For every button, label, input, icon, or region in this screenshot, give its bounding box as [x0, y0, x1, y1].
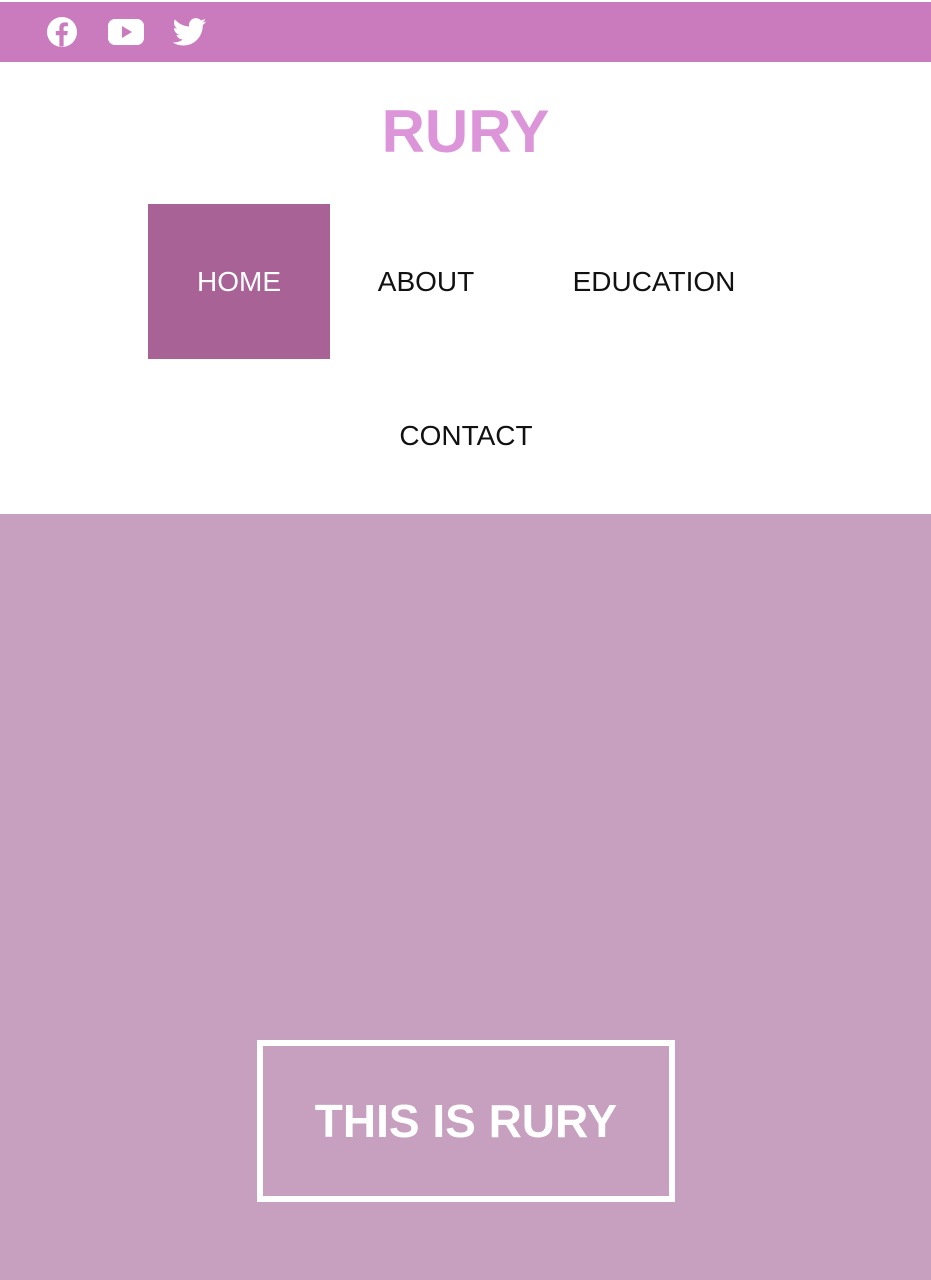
- nav-item-home[interactable]: HOME: [148, 204, 330, 359]
- nav-item-contact[interactable]: CONTACT: [380, 360, 552, 512]
- site-header: RURY HOME ABOUT EDUCATION CONTACT: [0, 62, 931, 514]
- facebook-icon[interactable]: [46, 16, 78, 48]
- hero-title-box: THIS IS RURY: [257, 1040, 675, 1202]
- site-brand[interactable]: RURY: [0, 96, 931, 168]
- nav-item-education[interactable]: EDUCATION: [552, 204, 756, 359]
- nav-item-about[interactable]: ABOUT: [352, 204, 500, 359]
- youtube-icon[interactable]: [108, 16, 144, 48]
- hero-title: THIS IS RURY: [314, 1095, 618, 1147]
- twitter-icon[interactable]: [173, 16, 207, 48]
- social-bar: [0, 2, 931, 62]
- hero-section: THIS IS RURY: [0, 514, 931, 1280]
